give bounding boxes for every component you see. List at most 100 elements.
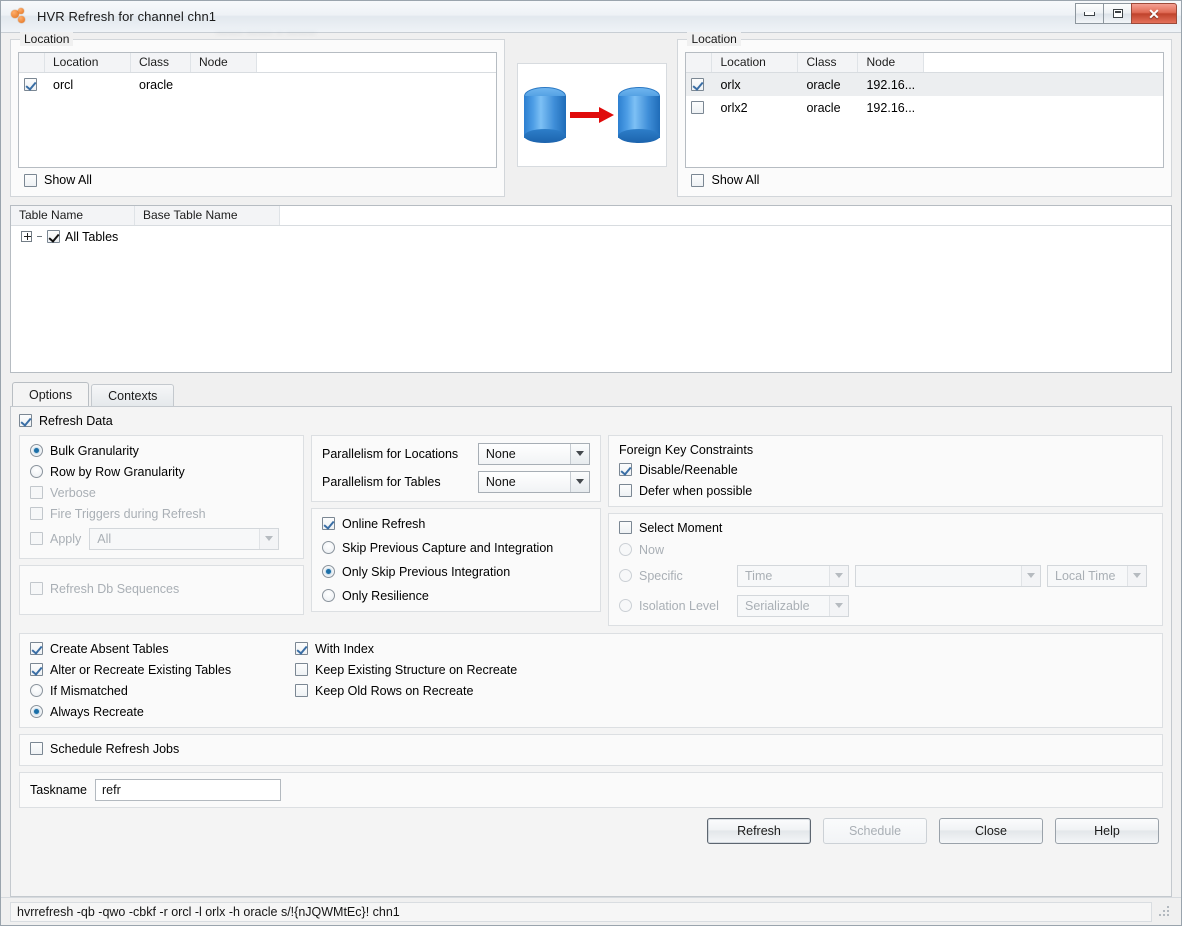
- verbose-label: Verbose: [50, 485, 96, 500]
- minimize-button[interactable]: [1075, 3, 1104, 24]
- target-row-node: 192.16...: [866, 100, 916, 115]
- parallelism-tables-label: Parallelism for Tables: [322, 474, 441, 489]
- only-resilience-radio[interactable]: Only Resilience: [322, 589, 590, 603]
- schedule-refresh-jobs-checkbox[interactable]: Schedule Refresh Jobs: [30, 742, 179, 756]
- isolation-level-label: Isolation Level: [639, 598, 719, 613]
- only-skip-previous-integration-label: Only Skip Previous Integration: [342, 564, 511, 579]
- refresh-data-label: Refresh Data: [39, 413, 113, 428]
- resize-grip-icon[interactable]: [1158, 905, 1172, 919]
- with-index-checkbox[interactable]: With Index: [295, 642, 1152, 656]
- chevron-down-icon: [570, 471, 589, 492]
- table-row[interactable]: orlx2 oracle 192.16...: [686, 96, 1163, 119]
- help-button[interactable]: Help: [1055, 818, 1159, 844]
- source-col-class[interactable]: Class: [131, 53, 191, 72]
- tables-col-table-name[interactable]: Table Name: [11, 205, 135, 225]
- moment-detail-dropdown: [855, 564, 1041, 587]
- restore-icon: [1112, 9, 1123, 18]
- source-location-list[interactable]: Location Class Node orcl oracle: [18, 52, 497, 168]
- tab-options[interactable]: Options: [12, 381, 90, 407]
- target-col-class[interactable]: Class: [798, 53, 859, 72]
- parallelism-locations-value: None: [485, 446, 516, 461]
- moment-type-value: Time: [745, 568, 773, 583]
- taskname-panel: Taskname refr: [19, 772, 1163, 808]
- target-location-group-title: Location: [687, 32, 741, 46]
- source-row-checkbox-cell[interactable]: [19, 77, 45, 92]
- target-col-check: [686, 53, 713, 72]
- with-index-label: With Index: [315, 641, 375, 656]
- online-refresh-checkbox[interactable]: Online Refresh: [322, 517, 590, 531]
- tables-col-base-table-name[interactable]: Base Table Name: [135, 205, 280, 225]
- only-skip-previous-integration-radio[interactable]: Only Skip Previous Integration: [322, 565, 590, 579]
- all-tables-checkbox[interactable]: [47, 230, 60, 243]
- target-row-checkbox-cell[interactable]: [686, 100, 712, 115]
- command-line-text: hvrrefresh -qb -qwo -cbkf -r orcl -l orl…: [10, 901, 1152, 922]
- always-recreate-radio[interactable]: Always Recreate: [30, 705, 295, 719]
- close-button[interactable]: ✕: [1131, 3, 1177, 24]
- parallelism-locations-row: Parallelism for Locations None: [322, 442, 590, 465]
- defer-when-possible-checkbox[interactable]: Defer when possible: [619, 484, 1152, 498]
- select-moment-checkbox[interactable]: Select Moment: [619, 521, 1152, 535]
- tree-connector-icon: [37, 236, 42, 237]
- right-arrow-icon: [570, 107, 614, 123]
- table-row[interactable]: orlx oracle 192.16...: [686, 73, 1164, 96]
- target-show-all-checkbox[interactable]: Show All: [691, 173, 759, 187]
- tables-list[interactable]: Table Name Base Table Name All Tables: [10, 204, 1172, 373]
- online-refresh-panel: Online Refresh Skip Previous Capture and…: [311, 507, 601, 612]
- chevron-down-icon: [829, 565, 848, 586]
- refresh-button[interactable]: Refresh: [707, 818, 811, 844]
- parallelism-tables-dropdown[interactable]: None: [477, 470, 590, 493]
- source-col-location[interactable]: Location: [45, 53, 131, 72]
- dialog-buttons: Refresh Schedule Close Help: [19, 808, 1163, 852]
- radio-icon: [619, 543, 632, 556]
- taskname-input[interactable]: refr: [94, 779, 281, 801]
- close-button-action[interactable]: Close: [939, 818, 1043, 844]
- keep-old-rows-checkbox[interactable]: Keep Old Rows on Recreate: [295, 684, 1152, 698]
- target-row-checkbox[interactable]: [691, 100, 705, 114]
- source-row-checkbox[interactable]: [24, 77, 37, 91]
- disable-reenable-checkbox[interactable]: Disable/Reenable: [619, 463, 1152, 477]
- window-client-area: Location Location Class Node orcl oracle…: [1, 32, 1181, 897]
- target-row-checkbox[interactable]: [691, 77, 705, 91]
- target-location-list[interactable]: Location Class Node orlx oracle 192.16..…: [685, 52, 1165, 168]
- radio-icon: [619, 599, 632, 612]
- chevron-down-icon: [1021, 565, 1040, 586]
- moment-timezone-dropdown: Local Time: [1047, 564, 1147, 587]
- if-mismatched-label: If Mismatched: [50, 683, 128, 698]
- database-cylinder-icon: [618, 87, 660, 143]
- checkbox-icon: [295, 663, 308, 676]
- target-row-checkbox-cell[interactable]: [686, 77, 712, 92]
- target-col-node[interactable]: Node: [858, 53, 925, 72]
- create-absent-tables-checkbox[interactable]: Create Absent Tables: [30, 642, 295, 656]
- source-show-all-checkbox[interactable]: Show All: [24, 173, 92, 187]
- source-location-group: Location Location Class Node orcl oracle…: [10, 32, 505, 197]
- alter-or-recreate-checkbox[interactable]: Alter or Recreate Existing Tables: [30, 663, 295, 677]
- list-item[interactable]: All Tables: [11, 226, 1171, 248]
- apply-dropdown: All: [89, 527, 280, 550]
- table-row[interactable]: orcl oracle: [19, 73, 496, 96]
- target-col-location[interactable]: Location: [712, 53, 799, 72]
- checkbox-icon: [24, 173, 37, 187]
- bulk-granularity-radio[interactable]: Bulk Granularity: [30, 444, 293, 458]
- skip-previous-capture-radio[interactable]: Skip Previous Capture and Integration: [322, 541, 590, 555]
- window-title: HVR Refresh for channel chn1: [37, 9, 217, 24]
- source-location-group-title: Location: [20, 32, 74, 46]
- parallelism-locations-dropdown[interactable]: None: [477, 442, 590, 465]
- refresh-data-checkbox[interactable]: Refresh Data: [19, 414, 1163, 428]
- checkbox-icon: [19, 414, 32, 427]
- isolation-level-radio: Isolation Level: [619, 599, 731, 613]
- if-mismatched-radio[interactable]: If Mismatched: [30, 684, 295, 698]
- expand-plus-icon[interactable]: [21, 231, 32, 242]
- source-col-node[interactable]: Node: [191, 53, 257, 72]
- isolation-level-dropdown: Serializable: [737, 594, 849, 617]
- hvr-refresh-window: HVR Refresh for channel chn1 ........ ..…: [0, 0, 1182, 926]
- tables-col-filler: [280, 205, 1171, 225]
- radio-icon: [322, 541, 335, 554]
- chevron-down-icon: [259, 528, 279, 549]
- row-by-row-granularity-radio[interactable]: Row by Row Granularity: [30, 465, 293, 479]
- tab-contexts[interactable]: Contexts: [91, 383, 175, 407]
- maximize-button[interactable]: [1103, 3, 1132, 24]
- create-tables-right: With Index Keep Existing Structure on Re…: [295, 642, 1152, 719]
- target-show-all-label: Show All: [711, 173, 760, 187]
- create-tables-panel: Create Absent Tables Alter or Recreate E…: [19, 632, 1163, 728]
- keep-existing-structure-checkbox[interactable]: Keep Existing Structure on Recreate: [295, 663, 1152, 677]
